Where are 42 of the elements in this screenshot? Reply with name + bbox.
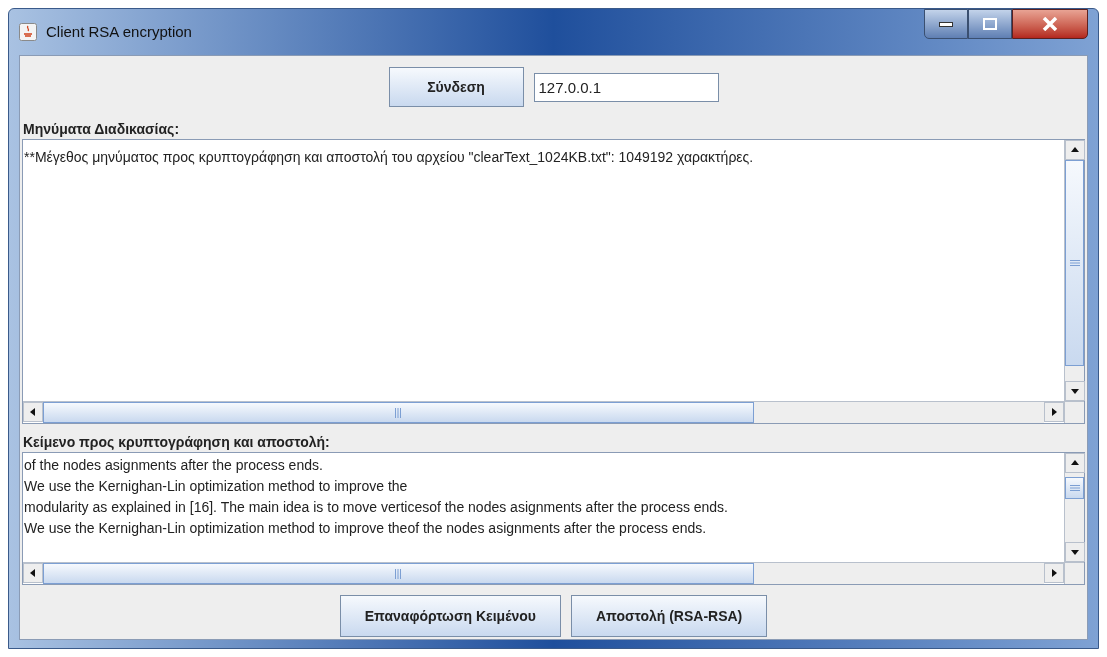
arrow-right-icon — [1049, 407, 1059, 417]
scrollbar-thumb[interactable] — [43, 563, 754, 584]
scroll-left-button[interactable] — [23, 402, 43, 422]
scroll-left-button[interactable] — [23, 563, 43, 583]
arrow-down-icon — [1070, 547, 1080, 557]
app-icon — [19, 23, 37, 41]
maximize-button[interactable] — [968, 9, 1012, 39]
arrow-up-icon — [1070, 458, 1080, 468]
scroll-down-button[interactable] — [1065, 381, 1085, 401]
section-label: Μηνύματα Διαδικασίας: — [22, 120, 181, 139]
arrow-right-icon — [1049, 568, 1059, 578]
action-button[interactable]: Αποστολή (RSA-RSA) — [570, 595, 768, 637]
arrow-left-icon — [28, 568, 38, 578]
grip-icon — [1069, 485, 1080, 491]
text-line: of the nodes asignments after the process ends. — [24, 456, 324, 475]
address-field[interactable]: 127.0.0.1 — [533, 72, 719, 102]
scroll-right-button[interactable] — [1044, 563, 1064, 583]
scroll-right-button[interactable] — [1044, 402, 1064, 422]
close-button[interactable] — [1012, 9, 1088, 39]
arrow-down-icon — [1070, 386, 1080, 396]
scrollbar-thumb[interactable] — [43, 402, 754, 423]
grip-icon — [395, 568, 402, 579]
connect-button[interactable]: Σύνδεση — [388, 67, 524, 107]
scroll-down-button[interactable] — [1065, 542, 1085, 562]
text-line: We use the Kernighan-Lin optimization method to improve the — [24, 477, 409, 496]
minimize-button[interactable] — [924, 9, 968, 39]
minimize-icon — [939, 21, 953, 27]
scroll-up-button[interactable] — [1065, 140, 1085, 160]
grip-icon — [395, 407, 402, 418]
scrollbar-thumb[interactable] — [1065, 477, 1084, 499]
maximize-icon — [983, 18, 997, 30]
grip-icon — [1069, 260, 1080, 266]
action-button[interactable]: Επαναφόρτωση Κειμένου — [339, 595, 561, 637]
text-line: We use the Kernighan-Lin optimization method to improve theof the nodes asignments after the process ends. — [24, 519, 708, 538]
window-title: Client RSA encryption — [46, 21, 192, 42]
text-line: modularity as explained in [16]. The main idea is to move verticesof the nodes asignments after the process ends. — [24, 498, 729, 517]
arrow-up-icon — [1070, 145, 1080, 155]
scroll-up-button[interactable] — [1065, 453, 1085, 473]
log-line: **Μέγεθος μηνύματος προς κρυπτογράφηση και αποστολή του αρχείου "clearText_1024KB.txt": 1049192 χαρακτήρες. — [24, 148, 755, 167]
close-icon — [1042, 17, 1058, 31]
section-label: Κείμενο προς κρυπτογράφηση και αποστολή: — [22, 433, 331, 452]
arrow-left-icon — [28, 407, 38, 417]
